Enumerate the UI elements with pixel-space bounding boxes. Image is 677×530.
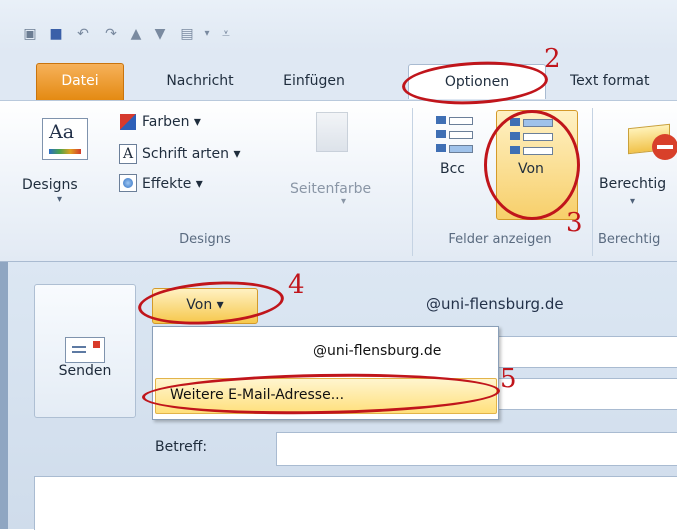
cc-field[interactable] bbox=[490, 378, 677, 410]
tab-einfuegen[interactable]: Einfügen bbox=[265, 66, 363, 96]
customize-toolbar-icon[interactable]: ⩡ bbox=[218, 26, 234, 42]
arrow-up-icon[interactable]: ▲ bbox=[128, 26, 144, 42]
fonts-icon[interactable]: A bbox=[119, 144, 137, 164]
send-button[interactable]: Senden bbox=[34, 284, 136, 418]
farben-button[interactable]: Farben ▾ bbox=[142, 114, 201, 130]
to-field[interactable] bbox=[490, 336, 677, 368]
document-icon[interactable]: ▤ bbox=[179, 26, 195, 42]
page-color-icon bbox=[316, 112, 348, 152]
group-label-designs: Designs bbox=[179, 232, 231, 247]
effects-icon[interactable] bbox=[119, 174, 137, 192]
betreff-label: Betreff: bbox=[155, 439, 208, 455]
seitenfarbe-dropdown-arrow: ▾ bbox=[341, 196, 347, 207]
quick-access-toolbar: ▣ ■ ↶ ↷ ▲ ▼ ▤ ▾ ⩡ bbox=[0, 0, 677, 52]
subject-field[interactable] bbox=[276, 432, 677, 466]
annotation-number-3: 3 bbox=[566, 208, 583, 238]
group-label-berechtigung: Berechtig bbox=[598, 232, 661, 247]
undo-icon[interactable]: ↶ bbox=[75, 26, 91, 42]
annotation-oval-von bbox=[484, 110, 580, 220]
bcc-icon[interactable] bbox=[436, 114, 473, 158]
tab-text-format[interactable]: Text format bbox=[570, 66, 677, 96]
designs-button-label[interactable]: Designs bbox=[22, 177, 78, 193]
berechtigung-button[interactable]: Berechtig bbox=[599, 176, 677, 192]
arrow-down-icon[interactable]: ▼ bbox=[152, 26, 168, 42]
annotation-number-4: 4 bbox=[288, 270, 305, 300]
colors-icon[interactable] bbox=[120, 114, 136, 130]
designs-icon[interactable]: Aa bbox=[42, 118, 88, 160]
berechtigung-dropdown-arrow[interactable]: ▾ bbox=[630, 196, 635, 207]
tab-nachricht[interactable]: Nachricht bbox=[150, 66, 250, 96]
redo-icon[interactable]: ↷ bbox=[103, 26, 119, 42]
schriftarten-button[interactable]: Schrift arten ▾ bbox=[142, 146, 241, 162]
send-button-label: Senden bbox=[58, 363, 112, 379]
seitenfarbe-button: Seitenfarbe bbox=[290, 181, 372, 197]
annotation-number-2: 2 bbox=[544, 44, 561, 74]
send-envelope-icon bbox=[65, 337, 105, 363]
annotation-number-5: 5 bbox=[500, 364, 517, 394]
effekte-button[interactable]: Effekte ▾ bbox=[142, 176, 203, 192]
dropdown-arrow-icon[interactable]: ▾ bbox=[199, 26, 215, 42]
no-entry-icon[interactable] bbox=[652, 134, 677, 160]
message-body[interactable] bbox=[34, 476, 677, 530]
outlook-app-icon[interactable]: ▣ bbox=[22, 26, 38, 42]
tab-datei[interactable]: Datei bbox=[36, 63, 124, 100]
save-icon[interactable]: ■ bbox=[48, 26, 64, 42]
group-label-felder-anzeigen: Felder anzeigen bbox=[448, 232, 552, 247]
from-address-value: @uni-flensburg.de bbox=[426, 295, 564, 313]
group-separator bbox=[592, 108, 593, 256]
window-left-border bbox=[0, 262, 8, 529]
dropdown-account-item[interactable]: @uni-flensburg.de bbox=[313, 343, 441, 359]
bcc-button[interactable]: Bcc bbox=[440, 161, 465, 177]
from-address-field[interactable]: @uni-flensburg.de bbox=[276, 288, 677, 320]
designs-dropdown-arrow[interactable]: ▾ bbox=[57, 194, 62, 205]
